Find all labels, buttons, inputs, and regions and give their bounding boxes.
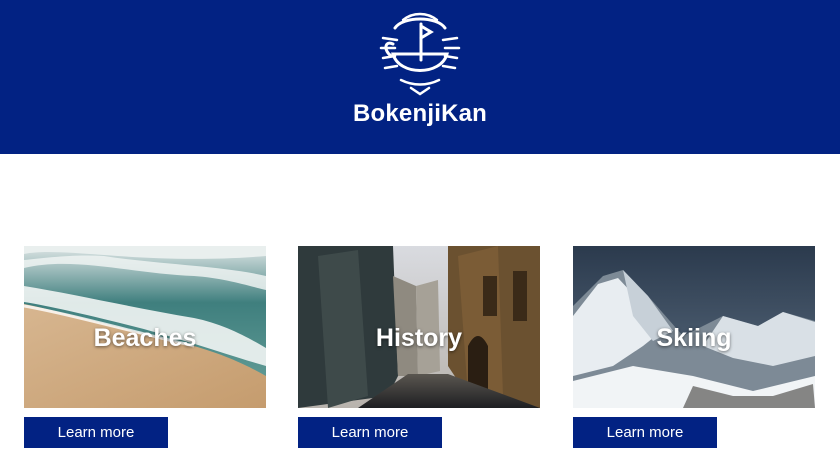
card-title: History xyxy=(375,323,463,352)
boat-sun-waves-logo-icon[interactable] xyxy=(373,10,467,96)
learn-more-button-beaches[interactable]: Learn more xyxy=(24,417,168,448)
brand-name: BokenjiKan xyxy=(352,100,488,127)
site-header: BokenjiKan xyxy=(0,0,840,154)
beach-photo[interactable]: Beaches xyxy=(24,246,266,408)
card-skiing: Skiing Learn more xyxy=(573,246,815,448)
card-history: History Learn more xyxy=(298,246,540,448)
card-beaches: Beaches Learn more xyxy=(24,246,266,448)
learn-more-button-history[interactable]: Learn more xyxy=(298,417,442,448)
mountains-photo[interactable]: Skiing xyxy=(573,246,815,408)
old-street-photo[interactable]: History xyxy=(298,246,540,408)
card-title: Skiing xyxy=(656,323,732,352)
card-title: Beaches xyxy=(93,323,197,352)
learn-more-button-skiing[interactable]: Learn more xyxy=(573,417,717,448)
